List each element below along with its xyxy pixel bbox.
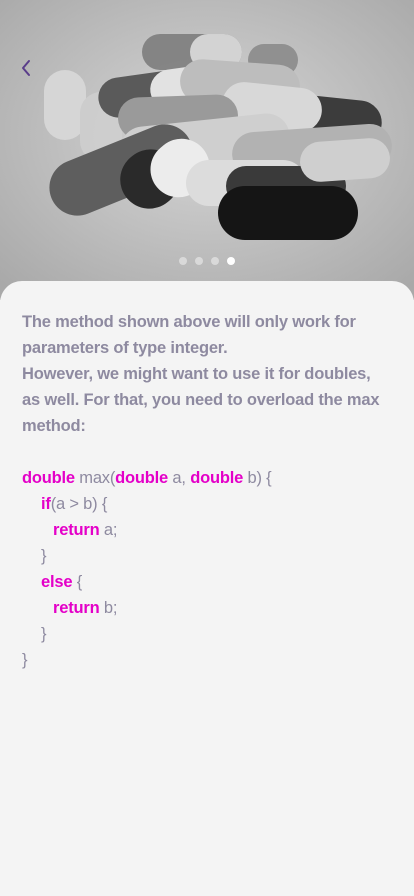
code-text: max( (74, 469, 116, 487)
carousel-dot-active[interactable] (227, 257, 235, 265)
code-keyword: else (41, 573, 73, 591)
code-keyword: double (22, 469, 75, 487)
code-keyword: return (53, 521, 100, 539)
code-keyword: double (190, 469, 244, 487)
carousel-dot[interactable] (179, 257, 187, 265)
code-line: else { (22, 569, 392, 595)
chevron-left-icon (22, 60, 30, 76)
paragraph: However, we might want to use it for dou… (22, 365, 380, 435)
code-line: } (22, 621, 392, 647)
code-text: b; (99, 599, 118, 617)
back-button[interactable] (12, 54, 40, 82)
code-block: double max(double a, double b) { if(a > … (22, 465, 392, 673)
code-text: } (41, 625, 47, 643)
paragraph: The method shown above will only work fo… (22, 313, 356, 357)
code-text: { (72, 573, 83, 591)
article-body: The method shown above will only work fo… (22, 309, 392, 673)
code-line: double max(double a, double b) { (22, 465, 392, 491)
carousel-dot[interactable] (195, 257, 203, 265)
pills-photo (0, 0, 414, 300)
code-keyword: if (41, 495, 51, 513)
code-line: return b; (22, 595, 392, 621)
code-line: } (22, 543, 392, 569)
hero-image (0, 0, 414, 300)
code-text: (a > b) { (50, 495, 108, 513)
code-keyword: double (115, 469, 169, 487)
code-line: return a; (22, 517, 392, 543)
code-text: a; (99, 521, 118, 539)
carousel-indicator (0, 257, 414, 265)
code-text: b) { (243, 469, 272, 487)
carousel-dot[interactable] (211, 257, 219, 265)
code-text: a, (168, 469, 191, 487)
code-text: } (22, 651, 28, 669)
code-keyword: return (53, 599, 100, 617)
code-text: } (41, 547, 47, 565)
code-line: if(a > b) { (22, 491, 392, 517)
code-line: } (22, 647, 392, 673)
